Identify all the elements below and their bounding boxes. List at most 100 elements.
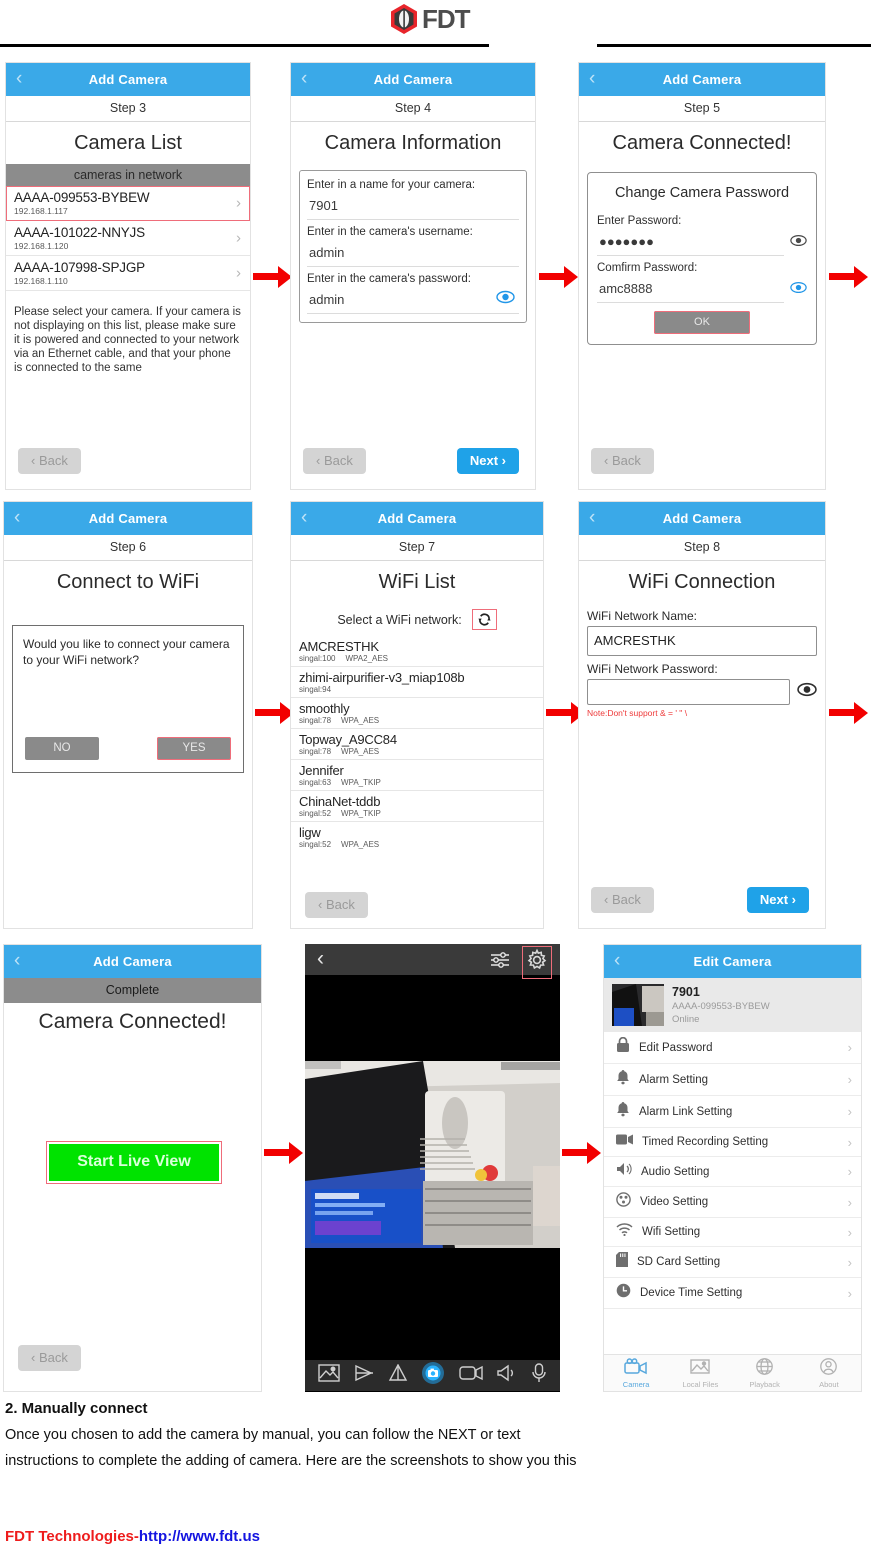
snapshot-icon[interactable] [318, 1364, 340, 1387]
tab-label: About [819, 1380, 839, 1389]
footer-url[interactable]: http://www.fdt.us [139, 1528, 260, 1545]
device-summary[interactable]: 7901 AAAA-099553-BYBEW Online [604, 978, 861, 1032]
navbar-title: Add Camera [88, 511, 168, 526]
live-view-video[interactable] [305, 1061, 560, 1248]
device-name: 7901 [672, 985, 700, 999]
chevron-left-icon[interactable]: ‹ [614, 950, 620, 972]
back-button[interactable]: ‹ Back [303, 448, 366, 474]
back-button[interactable]: ‹ Back [591, 448, 654, 474]
setting-label: Timed Recording Setting [642, 1136, 769, 1148]
back-button[interactable]: ‹ Back [18, 448, 81, 474]
no-button[interactable]: NO [25, 737, 99, 760]
wifi-list-item[interactable]: ligw singal:52 WPA_AES [291, 822, 543, 852]
camera-uid: AAAA-099553-BYBEW [14, 190, 150, 205]
microphone-icon[interactable] [531, 1363, 547, 1388]
back-button[interactable]: ‹ Back [305, 892, 368, 918]
wifi-meta: singal:63 WPA_TKIP [299, 778, 535, 787]
tab-local-files[interactable]: Local Files [668, 1358, 732, 1389]
wifi-meta: singal:78 WPA_AES [299, 747, 535, 756]
wifi-meta: singal:94 [299, 685, 535, 694]
chevron-left-icon[interactable]: ‹ [14, 950, 20, 972]
setting-row-timed-recording-setting[interactable]: Timed Recording Setting › [604, 1128, 861, 1157]
record-icon[interactable] [459, 1365, 483, 1386]
lock-icon [616, 1036, 630, 1058]
setting-row-alarm-link-setting[interactable]: Alarm Link Setting › [604, 1096, 861, 1128]
video-camera-icon [616, 1133, 633, 1151]
setting-row-alarm-setting[interactable]: Alarm Setting › [604, 1064, 861, 1096]
back-label: Back [611, 453, 641, 468]
camera-list-item[interactable]: AAAA-101022-NNYJS 192.168.1.120 › [6, 221, 250, 256]
chevron-left-icon[interactable]: ‹ [317, 947, 324, 971]
setting-label: Device Time Setting [640, 1287, 743, 1299]
wifi-list-item[interactable]: Topway_A9CC84 singal:78 WPA_AES [291, 729, 543, 760]
wifi-list-item[interactable]: AMCRESTHK singal:100 WPA2_AES [291, 636, 543, 667]
step-label: Step 6 [4, 535, 252, 561]
confirm-password-input[interactable]: amc8888 [597, 276, 784, 303]
camera-username-label: Enter in the camera's username: [307, 226, 473, 238]
chevron-right-icon: › [847, 1254, 852, 1270]
chevron-left-icon[interactable]: ‹ [14, 507, 20, 529]
start-live-view-button[interactable]: Start Live View [49, 1144, 219, 1181]
flip-horizontal-icon[interactable] [354, 1364, 374, 1387]
tab-about[interactable]: About [797, 1358, 861, 1389]
gear-icon[interactable] [522, 946, 552, 979]
wifi-list-item[interactable]: ChinaNet-tddb singal:52 WPA_TKIP [291, 791, 543, 822]
setting-row-sd-card-setting[interactable]: SD Card Setting › [604, 1247, 861, 1278]
flow-arrow-icon [264, 1140, 304, 1171]
wifi-ssid: ChinaNet-tddb [299, 794, 381, 809]
chevron-left-icon[interactable]: ‹ [589, 68, 595, 90]
panel-step3: ‹ Add Camera Step 3 Camera List cameras … [5, 62, 251, 490]
chevron-left-icon[interactable]: ‹ [301, 507, 307, 529]
wifi-list-item[interactable]: zhimi-airpurifier-v3_miap108b singal:94 [291, 667, 543, 698]
camera-password-input[interactable]: admin [307, 287, 519, 314]
back-button[interactable]: ‹ Back [18, 1345, 81, 1371]
wifi-password-input[interactable] [587, 679, 790, 705]
bottom-tab-bar: Camera Local Files Playback About [604, 1354, 861, 1391]
panel-step8: ‹ Add Camera Step 8 WiFi Connection WiFi… [578, 501, 826, 929]
setting-row-audio-setting[interactable]: Audio Setting › [604, 1157, 861, 1187]
setting-row-edit-password[interactable]: Edit Password › [604, 1032, 861, 1064]
show-password-eye-icon[interactable] [790, 234, 807, 252]
show-password-eye-icon[interactable] [790, 281, 807, 299]
wifi-list-item[interactable]: smoothly singal:78 WPA_AES [291, 698, 543, 729]
sliders-icon[interactable] [490, 951, 510, 974]
start-live-view-highlight: Start Live View [46, 1141, 222, 1184]
navbar-step5: ‹ Add Camera [579, 63, 825, 96]
camera-list-item[interactable]: AAAA-107998-SPJGP 192.168.1.110 › [6, 256, 250, 291]
camera-ip: 192.168.1.110 [14, 276, 68, 286]
navbar-title: Add Camera [373, 72, 453, 87]
back-label: Back [38, 453, 68, 468]
camera-username-input[interactable]: admin [307, 240, 519, 267]
back-button[interactable]: ‹ Back [591, 887, 654, 913]
navbar-complete: ‹ Add Camera [4, 945, 261, 978]
show-password-eye-icon[interactable] [496, 290, 515, 304]
wifi-list-item[interactable]: Jennifer singal:63 WPA_TKIP [291, 760, 543, 791]
wifi-name-input[interactable]: AMCRESTHK [587, 626, 817, 656]
chevron-left-icon[interactable]: ‹ [301, 68, 307, 90]
navbar-step7: ‹ Add Camera [291, 502, 543, 535]
setting-row-wifi-setting[interactable]: Wifi Setting › [604, 1218, 861, 1247]
enter-password-input[interactable]: ●●●●●●● [597, 229, 784, 256]
next-button[interactable]: Next › [746, 887, 809, 913]
speaker-icon[interactable] [497, 1364, 517, 1387]
setting-label: Alarm Setting [639, 1073, 709, 1086]
mirror-icon[interactable] [388, 1363, 408, 1387]
capture-icon[interactable] [421, 1361, 445, 1390]
wifi-meta: singal:100 WPA2_AES [299, 654, 535, 663]
next-button[interactable]: Next › [456, 448, 519, 474]
show-password-eye-icon[interactable] [797, 682, 817, 702]
camera-list-item[interactable]: AAAA-099553-BYBEW 192.168.1.117 › [6, 186, 250, 221]
chevron-left-icon[interactable]: ‹ [589, 507, 595, 529]
refresh-icon[interactable] [471, 609, 497, 630]
setting-row-device-time-setting[interactable]: Device Time Setting › [604, 1278, 861, 1309]
fdt-wordmark: FDT [422, 3, 471, 34]
tab-camera[interactable]: Camera [604, 1358, 668, 1389]
yes-button[interactable]: YES [157, 737, 231, 760]
step-label: Complete [4, 978, 261, 1003]
chevron-left-icon[interactable]: ‹ [16, 68, 22, 90]
setting-row-video-setting[interactable]: Video Setting › [604, 1187, 861, 1218]
camera-name-input[interactable]: 7901 [307, 193, 519, 220]
device-thumbnail [612, 984, 664, 1026]
ok-button[interactable]: OK [654, 311, 750, 334]
tab-playback[interactable]: Playback [733, 1358, 797, 1389]
